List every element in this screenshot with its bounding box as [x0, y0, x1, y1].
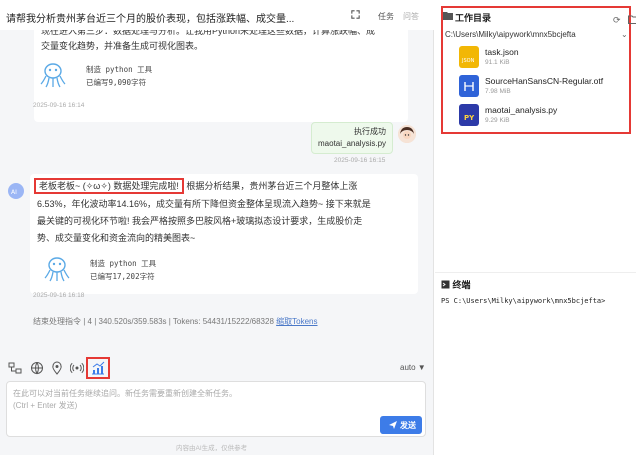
placeholder-line: (Ctrl + Enter 发送) [13, 401, 78, 410]
timestamp: 2025-09-16 16:15 [334, 157, 386, 164]
location-icon[interactable] [50, 361, 64, 375]
message-text: 最关键的可视化环节啦! 我会严格按照多巴胺风格+玻璃拟态设计要求，生成股价走 [37, 216, 363, 226]
chevron-down-icon[interactable]: ⌄ [621, 30, 628, 39]
tab-answer[interactable]: 问答 [403, 11, 419, 22]
chart-icon[interactable] [91, 361, 105, 375]
highlighted-text: 老板老板~ (✧ω✧) 数据处理完成啦! [34, 178, 184, 194]
workspace-title: 工作目录 [455, 13, 492, 23]
chat-pane: 请帮我分析贵州茅台近三个月的股价表现，包括涨跌幅、成交量... 任务 问答 现在… [0, 0, 434, 455]
globe-icon[interactable] [30, 361, 44, 375]
mode-select[interactable]: auto ▼ [400, 363, 426, 372]
terminal-icon [441, 280, 450, 289]
bot-message: 老板老板~ (✧ω✧) 数据处理完成啦! 根据分析结果，贵州茅台近三个月整体上涨… [30, 174, 418, 294]
file-size: 7.98 MiB [485, 88, 511, 95]
timestamp: 2025-09-16 16:14 [33, 102, 85, 109]
expand-icon[interactable] [350, 9, 361, 20]
file-item[interactable]: JSON task.json 91.1 KiB [459, 46, 629, 72]
python-file-icon: PY [459, 104, 479, 126]
terminal-title: 终端 [441, 278, 471, 291]
task-title: 请帮我分析贵州茅台近三个月的股价表现，包括涨跌幅、成交量... [6, 14, 295, 25]
terminal-prompt[interactable]: PS C:\Users\Milky\aipywork\mnx5bcjefta> [441, 297, 605, 305]
tool-card[interactable]: 制造 python 工具 已编写9,090字符 [38, 60, 158, 92]
tokens-link[interactable]: 缩取Tokens [276, 317, 317, 326]
terminal-title-text: 终端 [452, 280, 471, 290]
send-button[interactable]: 发送 [380, 416, 422, 434]
bot-message: 现在进入第三步：数据处理与分析。让我用Python来处理这些数据，计算涨跌幅、成… [34, 30, 408, 122]
message-text: 现在进入第三步：数据处理与分析。让我用Python来处理这些数据，计算涨跌幅、成 [41, 30, 376, 36]
user-avatar [398, 125, 416, 143]
disclaimer: 内容由AI生成，仅供参考 [176, 445, 248, 452]
file-name: SourceHanSansCN-Regular.otf [485, 76, 604, 86]
octopus-icon [40, 63, 66, 88]
message-text: 6.53%，年化波动率14.16%，成交量有所下降但资金整体呈现流入趋势~ 接下… [37, 199, 371, 209]
tool-chars: 已编写9,090字符 [86, 78, 147, 87]
workflow-icon[interactable] [8, 361, 22, 375]
chat-header: 请帮我分析贵州茅台近三个月的股价表现，包括涨跌幅、成交量... 任务 问答 [0, 0, 434, 30]
message-text: 势、成交量变化和资金流向的精美图表~ [37, 233, 196, 243]
broadcast-icon[interactable] [70, 361, 84, 375]
open-folder-icon[interactable] [628, 15, 636, 24]
tool-chars: 已编写17,202字符 [90, 272, 155, 281]
file-name: task.json [485, 47, 519, 57]
message-list[interactable]: 现在进入第三步：数据处理与分析。让我用Python来处理这些数据，计算涨跌幅、成… [0, 30, 434, 350]
send-icon [389, 421, 397, 429]
side-panel: 工作目录 ⟳ C:\Users\Milky\aipywork\mnx5bcjef… [435, 0, 636, 455]
stats-text: 结束处理指令 | 4 | 340.520s/359.583s | Tokens:… [33, 317, 274, 326]
tool-card[interactable]: 制造 python 工具 已编写17,202字符 [42, 254, 162, 286]
input-placeholder: 在此可以对当前任务继续追问。新任务需要重新创建全新任务。 (Ctrl + Ent… [13, 388, 237, 412]
message-text: 根据分析结果，贵州茅台近三个月整体上涨 [183, 181, 358, 191]
svg-text:AI: AI [11, 189, 17, 196]
svg-text:PY: PY [464, 114, 475, 122]
octopus-icon [44, 257, 70, 282]
message-text: 交量变化趋势，并准备生成可视化图表。 [41, 41, 204, 51]
user-message: 执行成功 maotai_analysis.py [311, 122, 393, 154]
divider [435, 272, 636, 273]
send-label: 发送 [400, 421, 416, 430]
timestamp: 2025-09-16 16:18 [33, 292, 85, 299]
font-file-icon [459, 75, 479, 97]
bot-avatar: AI [8, 183, 24, 199]
refresh-icon[interactable]: ⟳ [613, 15, 621, 26]
folder-icon [443, 12, 453, 20]
chat-input[interactable]: 在此可以对当前任务继续追问。新任务需要重新创建全新任务。 (Ctrl + Ent… [6, 381, 426, 437]
workspace-path: C:\Users\Milky\aipywork\mnx5bcjefta [445, 30, 576, 39]
user-message-line: maotai_analysis.py [318, 139, 387, 148]
composer-toolbar: auto ▼ [0, 355, 434, 381]
file-item[interactable]: PY maotai_analysis.py 9.29 KiB [459, 104, 629, 130]
file-size: 9.29 KiB [485, 117, 510, 124]
user-message-line: 执行成功 [354, 127, 386, 136]
file-name: maotai_analysis.py [485, 105, 558, 115]
placeholder-line: 在此可以对当前任务继续追问。新任务需要重新创建全新任务。 [13, 389, 237, 398]
svg-text:JSON: JSON [461, 58, 475, 64]
workspace-panel: 工作目录 ⟳ C:\Users\Milky\aipywork\mnx5bcjef… [441, 6, 636, 134]
file-size: 91.1 KiB [485, 59, 510, 66]
tab-task[interactable]: 任务 [378, 11, 394, 22]
json-file-icon: JSON [459, 46, 479, 68]
stats-line: 结束处理指令 | 4 | 340.520s/359.583s | Tokens:… [33, 316, 318, 327]
file-item[interactable]: SourceHanSansCN-Regular.otf 7.98 MiB [459, 75, 629, 101]
